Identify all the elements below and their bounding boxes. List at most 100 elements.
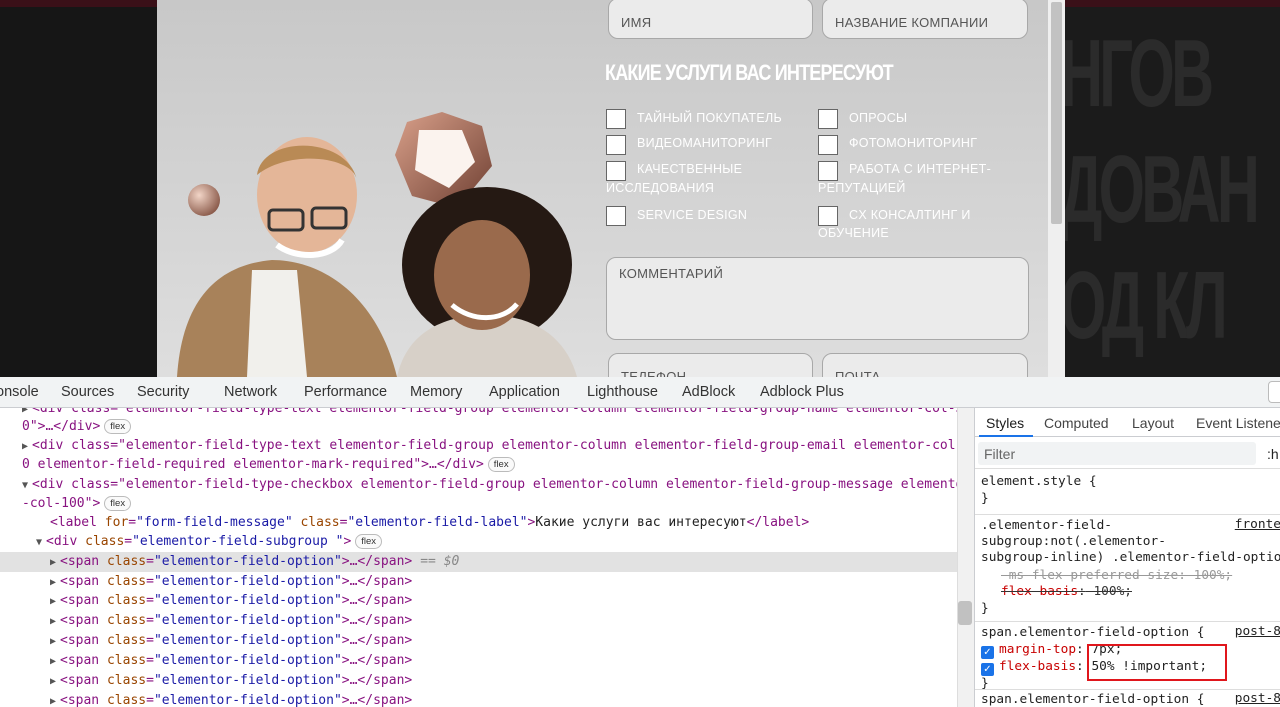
checkbox-service-design[interactable] [606,206,626,226]
expand-arrow-icon[interactable]: ▶ [22,437,32,457]
tag-close: >…</span> [341,613,413,628]
expand-arrow-icon[interactable]: ▶ [50,553,60,573]
dom-node-text: <div class="elementor-field-type-text el… [32,408,957,416]
tag-name: <span [60,693,107,707]
modal-scrollbar-thumb[interactable] [1051,2,1062,224]
checkbox-video-monitoring[interactable] [606,135,626,155]
company-field[interactable]: НАЗВАНИЕ КОМПАНИИ [822,0,1028,39]
email-field[interactable]: ПОЧТА [822,353,1028,377]
dom-node-name-field-end[interactable]: 0">…</div> flex [0,417,957,437]
issues-button[interactable] [1268,381,1280,403]
dom-node-checkbox-group-cont[interactable]: -col-100"> flex [0,494,957,514]
attr-name: class [106,673,147,688]
option-label: ВИДЕОМАНИТОРИНГ [637,136,773,150]
tag-name: <span [60,613,107,628]
dom-node-field-option[interactable]: ▶ <span class="elementor-field-option">…<… [0,572,957,592]
attr-name: class [106,633,147,648]
phone-placeholder: ТЕЛЕФОН [621,369,687,377]
rule-source-link[interactable]: post-8 [1235,624,1280,639]
dom-node-field-option[interactable]: ▶ <span class="elementor-field-option">…<… [0,552,957,572]
attr-name: class [106,554,147,569]
checkbox-qualitative-research[interactable] [606,161,626,181]
checkbox-surveys[interactable] [818,109,838,129]
expand-arrow-icon[interactable]: ▶ [50,652,60,672]
flex-badge[interactable]: flex [355,534,383,549]
rule-close: } [981,491,989,506]
dom-node-field-option[interactable]: ▶ <span class="elementor-field-option">…<… [0,651,957,671]
option-label: CX КОНСАЛТИНГ И [849,208,971,222]
expand-arrow-icon[interactable]: ▶ [50,592,60,612]
attr-value: "elementor-field-option" [153,673,342,688]
flex-badge[interactable]: flex [487,457,515,472]
dom-node-field-option[interactable]: ▶ <span class="elementor-field-option">…<… [0,671,957,691]
tab-adblock-plus[interactable]: Adblock Plus [760,384,844,400]
dom-node-field-option[interactable]: ▶ <span class="elementor-field-option">…<… [0,591,957,611]
tag-close: >…</span> [341,554,413,569]
elements-scrollbar-thumb[interactable] [958,601,972,625]
tab-security[interactable]: Security [137,384,189,400]
comment-textarea[interactable]: КОММЕНТАРИЙ [606,257,1029,340]
checkbox-cx-consulting[interactable] [818,206,838,226]
tab-sources[interactable]: Sources [61,384,114,400]
tab-lighthouse[interactable]: Lighthouse [587,384,658,400]
checkbox-photo-monitoring[interactable] [818,135,838,155]
expand-arrow-icon[interactable]: ▶ [50,692,60,707]
collapse-arrow-icon[interactable]: ▼ [22,476,32,496]
tab-computed[interactable]: Computed [1044,415,1109,431]
expand-arrow-icon[interactable]: ▶ [50,573,60,593]
phone-field[interactable]: ТЕЛЕФОН [608,353,813,377]
dom-node-label[interactable]: <label for="form-field-message" class="e… [0,513,957,533]
overridden-property[interactable]: -ms-flex-preferred-size: 100%; [1001,567,1232,584]
checkbox-reputation[interactable] [818,161,838,181]
expand-arrow-icon[interactable]: ▶ [50,672,60,692]
dom-node-email-field[interactable]: ▶ <div class="elementor-field-type-text e… [0,436,957,456]
dom-node-subgroup[interactable]: ▼ <div class="elementor-field-subgroup ">… [0,532,957,552]
dom-node-email-field-cont[interactable]: 0 elementor-field-required elementor-mar… [0,455,957,475]
hover-state-toggle[interactable]: :h [1267,446,1279,462]
dom-node-field-option[interactable]: ▶ <span class="elementor-field-option">…<… [0,691,957,707]
background-left [0,7,157,377]
tag-name: <div [46,534,86,549]
property-name: flex-basis [1001,584,1079,599]
dom-node-checkbox-group[interactable]: ▼ <div class="elementor-field-type-checkb… [0,475,957,495]
option-label: ФОТОМОНИТОРИНГ [849,136,978,150]
tab-memory[interactable]: Memory [410,384,462,400]
rule-selector: subgroup-inline) .elementor-field-option [981,550,1280,565]
tab-layout[interactable]: Layout [1132,415,1174,431]
rule-source-link[interactable]: post-8 [1235,691,1280,706]
flex-badge[interactable]: flex [104,419,132,434]
tag-name: <span [60,554,107,569]
collapse-arrow-icon[interactable]: ▼ [36,533,46,553]
elements-scrollbar[interactable] [957,408,974,707]
website-viewport: НГОВ ДОВАН ОД КЛ ИМЯ НАЗВАНИЕ КОМПАНИИ К… [0,0,1280,377]
overridden-property[interactable]: flex-basis: 100%; [1001,583,1132,600]
dom-node-field-option[interactable]: ▶ <span class="elementor-field-option">…<… [0,631,957,651]
name-field[interactable]: ИМЯ [608,0,813,39]
expand-arrow-icon[interactable]: ▶ [50,632,60,652]
checkbox-mystery-shopper[interactable] [606,109,626,129]
option-label: ИССЛЕДОВАНИЯ [606,181,715,195]
option-label: SERVICE DESIGN [637,208,748,222]
tab-adblock[interactable]: AdBlock [682,384,735,400]
rule-source-link[interactable]: fronte [1235,517,1280,532]
tab-application[interactable]: Application [489,384,560,400]
tab-console[interactable]: onsole [0,384,39,400]
attr-name: class [106,574,147,589]
services-title: КАКИЕ УСЛУГИ ВАС ИНТЕРЕСУЮТ [605,60,894,85]
expand-arrow-icon[interactable]: ▶ [50,612,60,632]
flex-badge[interactable]: flex [104,496,132,511]
equals-sign: = [146,593,154,608]
attr-value: "elementor-field-option" [153,653,342,668]
rule-selector: span.elementor-field-option { [981,625,1205,640]
tab-performance[interactable]: Performance [304,384,387,400]
attr-value: "elementor-field-label" [347,515,528,530]
active-tab-indicator [979,435,1033,437]
filter-input[interactable]: Filter [978,442,1256,465]
attr-name: for [104,515,129,530]
rule-selector: element.style { [981,474,1097,489]
tab-event-listeners[interactable]: Event Listener [1196,415,1280,431]
tab-styles[interactable]: Styles [986,415,1024,431]
tab-network[interactable]: Network [224,384,277,400]
dom-node-text: <div class="elementor-field-type-checkbo… [32,477,957,492]
dom-node-field-option[interactable]: ▶ <span class="elementor-field-option">…<… [0,611,957,631]
